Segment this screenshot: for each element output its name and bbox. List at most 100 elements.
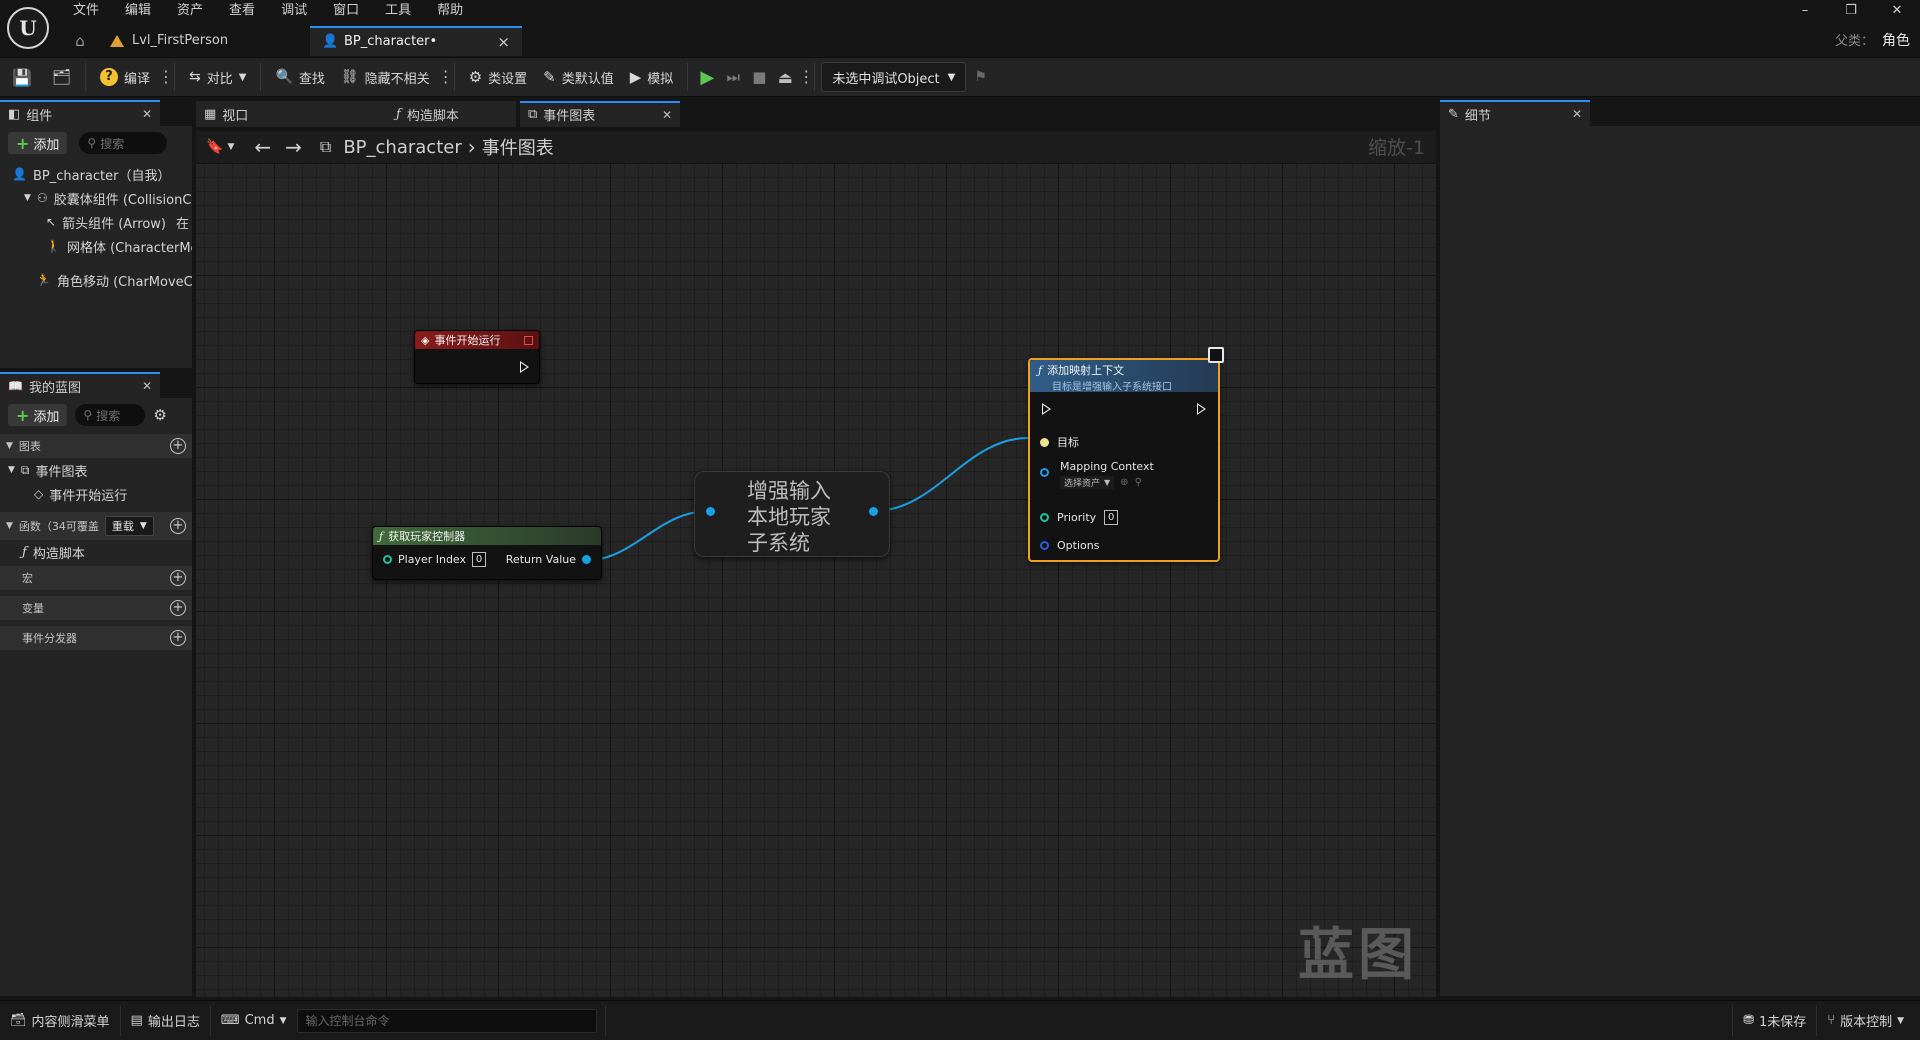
object-in-pin-icon[interactable] — [706, 507, 715, 516]
menu-help[interactable]: 帮助 — [424, 0, 476, 22]
component-capsule[interactable]: ▼ ⚇ 胶囊体组件 (CollisionC — [0, 186, 192, 210]
restore-button[interactable]: ❐ — [1828, 0, 1874, 24]
add-macro-icon[interactable]: + — [170, 570, 186, 586]
play-options-icon[interactable]: ⋮ — [798, 57, 814, 97]
back-arrow-icon[interactable]: ← — [254, 135, 271, 159]
select-asset-dropdown[interactable]: 选择资产 ▼ — [1060, 476, 1115, 489]
menu-window[interactable]: 窗口 — [320, 0, 372, 22]
exec-out-pin-icon[interactable] — [520, 361, 529, 373]
browse-button[interactable]: 🗂 — [44, 57, 79, 97]
compile-button[interactable]: ? 编译 — [92, 57, 158, 97]
override-dropdown[interactable]: 重载 ▼ — [104, 516, 154, 536]
node-get-player-controller[interactable]: ƒ 获取玩家控制器 Player Index 0 Return Value — [372, 526, 602, 580]
pin-player-index[interactable]: Player Index 0 — [383, 552, 487, 567]
event-begin-play[interactable]: ◇ 事件开始运行 — [0, 482, 192, 506]
my-blueprint-search-input[interactable]: ⚲ 搜索 — [75, 404, 146, 426]
section-variables[interactable]: 变量 + — [0, 596, 192, 620]
add-member-button[interactable]: + 添加 — [8, 404, 68, 426]
chevron-down-icon[interactable]: ▼ — [227, 142, 234, 152]
breadcrumb-root[interactable]: BP_character — [343, 137, 461, 158]
unreal-logo-icon[interactable]: U — [7, 7, 49, 49]
tab-my-blueprint[interactable]: 📖 我的蓝图 ✕ — [0, 372, 160, 398]
components-search-input[interactable]: ⚲ 搜索 — [79, 132, 168, 154]
forward-arrow-icon[interactable]: → — [285, 135, 302, 159]
menu-debug[interactable]: 调试 — [268, 0, 320, 22]
event-graph-canvas[interactable]: ◈ 事件开始运行 ƒ 获取玩家控制器 Player Index 0 Return… — [196, 131, 1436, 997]
object-pin-icon[interactable] — [582, 555, 591, 564]
doc-tab-close-icon[interactable]: × — [497, 27, 510, 57]
component-mesh[interactable]: 🚶 网格体 (CharacterMe — [0, 234, 192, 258]
close-icon[interactable]: ✕ — [142, 379, 152, 393]
compile-options-icon[interactable]: ⋮ — [158, 57, 174, 97]
debug-filter-icon[interactable]: ⚑ — [966, 57, 995, 97]
add-function-icon[interactable]: + — [170, 518, 186, 534]
content-drawer-button[interactable]: 🗃 内容侧滑菜单 — [0, 1001, 120, 1040]
comment-bubble-icon[interactable] — [1208, 347, 1224, 363]
component-movement[interactable]: 🏃 角色移动 (CharMoveC — [0, 268, 192, 292]
section-functions[interactable]: ▼ 函数（34可覆盖 重载 ▼ + — [0, 512, 192, 540]
class-settings-button[interactable]: ⚙ 类设置 — [461, 57, 535, 97]
menu-edit[interactable]: 编辑 — [112, 0, 164, 22]
priority-pin-icon[interactable] — [1040, 513, 1049, 522]
use-selected-icon[interactable]: ⊕ — [1120, 477, 1128, 488]
tab-construction-script[interactable]: ƒ 构造脚本 — [356, 100, 516, 127]
minimize-button[interactable]: – — [1782, 0, 1828, 24]
delegate-pin-icon[interactable] — [524, 335, 533, 345]
stop-icon[interactable]: ■ — [746, 57, 772, 97]
target-pin-icon[interactable] — [1040, 437, 1049, 447]
doc-tab-level[interactable]: Lvl_FirstPerson — [98, 26, 310, 56]
menu-file[interactable]: 文件 — [60, 0, 112, 22]
add-component-button[interactable]: + 添加 — [8, 132, 68, 154]
node-add-mapping-context[interactable]: ƒ 添加映射上下文 目标是增强输入子系统接口 目标 Mapping Contex… — [1028, 358, 1220, 562]
save-button[interactable]: 💾 — [0, 57, 44, 97]
add-graph-icon[interactable]: + — [170, 438, 186, 454]
gear-icon[interactable]: ⚙ — [153, 406, 166, 424]
close-icon[interactable]: ✕ — [1572, 107, 1582, 121]
tab-event-graph[interactable]: ⧉ 事件图表 ✕ — [520, 100, 680, 127]
parent-class-value[interactable]: 角色 — [1882, 33, 1910, 49]
menu-view[interactable]: 查看 — [216, 0, 268, 22]
node-enhanced-input-subsystem[interactable]: 增强输入 本地玩家 子系统 — [694, 471, 890, 557]
pin-return-value[interactable]: Return Value — [506, 553, 591, 566]
doc-tab-blueprint[interactable]: 👤 BP_character• × — [310, 26, 522, 56]
menu-tools[interactable]: 工具 — [372, 0, 424, 22]
exec-out-pin-icon[interactable] — [1197, 403, 1206, 415]
section-graphs[interactable]: ▼ 图表 + — [0, 434, 192, 458]
mapping-context-pin-icon[interactable] — [1040, 468, 1049, 477]
section-dispatchers[interactable]: 事件分发器 + — [0, 626, 192, 650]
pin-target[interactable]: 目标 — [1040, 434, 1079, 450]
diff-button[interactable]: ⇆ 对比 ▼ — [181, 57, 254, 97]
source-control-button[interactable]: ⑂ 版本控制 ▼ — [1817, 1001, 1920, 1040]
bookmark-icon[interactable]: 🔖 — [206, 139, 223, 155]
hide-options-icon[interactable]: ⋮ — [438, 57, 454, 97]
exec-in-pin-icon[interactable] — [1042, 403, 1051, 415]
unsaved-button[interactable]: ⛃ 1未保存 — [1733, 1001, 1816, 1040]
graph-event-graph[interactable]: ▼ ⧉ 事件图表 — [0, 458, 192, 482]
output-log-button[interactable]: ▤ 输出日志 — [121, 1001, 210, 1040]
play-icon[interactable]: ▶ — [694, 57, 720, 97]
find-button[interactable]: 🔍 查找 — [267, 57, 332, 97]
pin-options[interactable]: Options — [1040, 539, 1099, 552]
section-macros[interactable]: 宏 + — [0, 566, 192, 590]
close-window-button[interactable]: ✕ — [1874, 0, 1920, 24]
close-icon[interactable]: ✕ — [662, 108, 672, 122]
function-construction-script[interactable]: ƒ 构造脚本 — [0, 540, 192, 564]
priority-input[interactable]: 0 — [1104, 510, 1119, 525]
add-dispatcher-icon[interactable]: + — [170, 630, 186, 646]
int-pin-icon[interactable] — [383, 555, 392, 564]
browse-icon[interactable]: ⚲ — [1135, 477, 1142, 488]
tab-details[interactable]: ✎ 细节 ✕ — [1440, 100, 1590, 126]
add-variable-icon[interactable]: + — [170, 600, 186, 616]
options-pin-icon[interactable] — [1040, 541, 1049, 550]
class-defaults-button[interactable]: ✎ 类默认值 — [535, 57, 622, 97]
menu-asset[interactable]: 资产 — [164, 0, 216, 22]
tab-viewport[interactable]: ▦ 视口 — [196, 100, 356, 127]
cmd-dropdown[interactable]: ⌨ Cmd ▼ — [211, 1001, 297, 1040]
simulate-button[interactable]: ▶ 模拟 — [622, 57, 682, 97]
tab-components[interactable]: ◧ 组件 ✕ — [0, 100, 160, 126]
debug-object-dropdown[interactable]: 未选中调试Object ▼ — [821, 62, 967, 92]
node-event-begin-play[interactable]: ◈ 事件开始运行 — [414, 330, 540, 384]
object-out-pin-icon[interactable] — [869, 507, 878, 516]
step-icon[interactable]: ⏭ — [720, 57, 746, 97]
component-self[interactable]: 👤 BP_character（自我） — [0, 162, 192, 186]
